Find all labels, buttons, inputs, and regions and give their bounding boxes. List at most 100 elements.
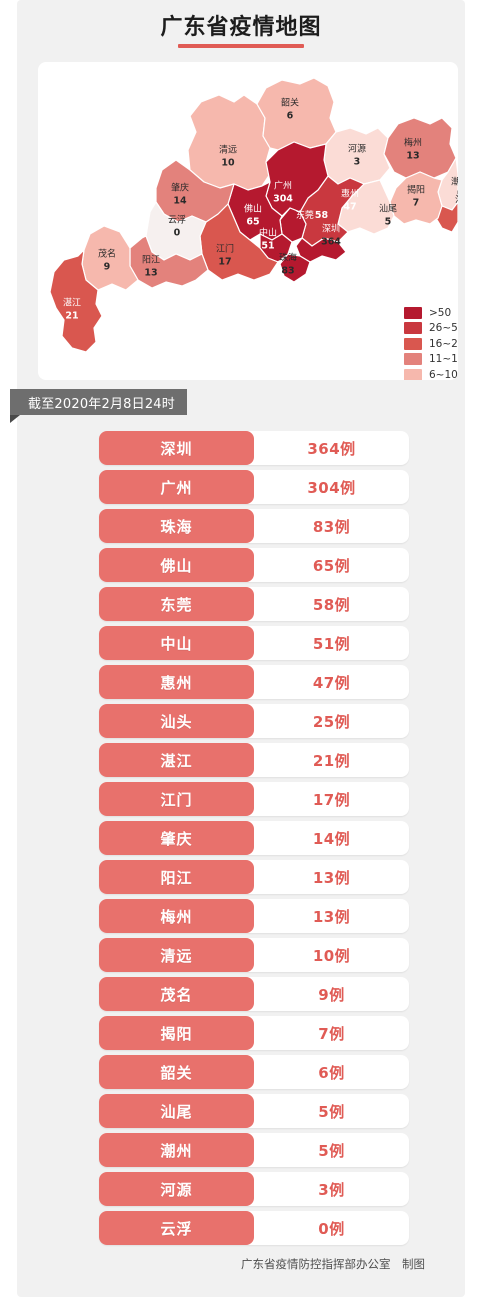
case-count: 5例 xyxy=(318,1141,345,1160)
table-cell-count: 83例 xyxy=(254,509,409,543)
table-cell-count: 65例 xyxy=(254,548,409,582)
city-name: 潮州 xyxy=(160,1141,193,1160)
table-row: 广州 304例 xyxy=(99,470,409,504)
legend-label: 6~10 xyxy=(429,368,458,380)
map-region-qingyuan xyxy=(187,94,271,191)
map-region-jieyang xyxy=(389,171,443,225)
table-cell-count: 21例 xyxy=(254,743,409,777)
table-cell-city: 江门 xyxy=(99,782,254,816)
table-row: 湛江 21例 xyxy=(99,743,409,777)
legend-label: 26~50 xyxy=(429,322,458,335)
case-count: 25例 xyxy=(312,712,351,731)
table-row: 汕头 25例 xyxy=(99,704,409,738)
footer-credit: 广东省疫情防控指挥部办公室 制图 xyxy=(241,1257,425,1271)
table-cell-count: 17例 xyxy=(254,782,409,816)
date-banner: 截至2020年2月8日24时 xyxy=(10,389,187,415)
table-cell-count: 0例 xyxy=(254,1211,409,1245)
table-row: 肇庆 14例 xyxy=(99,821,409,855)
map-legend: >50 26~50 16~25 11~15 6~10 1~5 xyxy=(404,305,458,380)
legend-swatch-icon xyxy=(404,368,422,380)
city-name: 河源 xyxy=(160,1180,193,1199)
city-case-table: 深圳 364例 广州 304例 珠海 83例 佛山 65例 东莞 58例 中山 … xyxy=(99,431,409,1250)
table-row: 河源 3例 xyxy=(99,1172,409,1206)
city-name: 佛山 xyxy=(160,556,193,575)
case-count: 364例 xyxy=(307,439,356,458)
city-name: 深圳 xyxy=(160,439,193,458)
map-region-shaoguan xyxy=(256,77,337,151)
date-banner-text: 截至2020年2月8日24时 xyxy=(28,396,175,412)
legend-label: 11~15 xyxy=(429,353,458,366)
table-row: 深圳 364例 xyxy=(99,431,409,465)
table-cell-city: 珠海 xyxy=(99,509,254,543)
legend-item: 16~25 xyxy=(404,336,458,352)
case-count: 47例 xyxy=(312,673,351,692)
case-count: 9例 xyxy=(318,985,345,1004)
guangdong-map-svg xyxy=(49,77,458,353)
table-cell-count: 25例 xyxy=(254,704,409,738)
city-name: 珠海 xyxy=(160,517,193,536)
title-underline xyxy=(178,43,304,48)
legend-item: 6~10 xyxy=(404,367,458,380)
table-cell-city: 茂名 xyxy=(99,977,254,1011)
legend-item: 11~15 xyxy=(404,352,458,368)
table-cell-city: 惠州 xyxy=(99,665,254,699)
city-name: 东莞 xyxy=(160,595,193,614)
case-count: 304例 xyxy=(307,478,356,497)
infographic-page: 广东省疫情地图 韶关 6 清远 10 河源 3 梅州 13 潮 肇庆 14 广州… xyxy=(0,0,500,1313)
table-cell-count: 364例 xyxy=(254,431,409,465)
table-cell-count: 6例 xyxy=(254,1055,409,1089)
table-cell-count: 51例 xyxy=(254,626,409,660)
map-region-maoming xyxy=(81,225,139,291)
case-count: 14例 xyxy=(312,829,351,848)
table-row: 珠海 83例 xyxy=(99,509,409,543)
table-cell-city: 汕头 xyxy=(99,704,254,738)
table-row: 阳江 13例 xyxy=(99,860,409,894)
legend-swatch-icon xyxy=(404,322,422,335)
legend-label: 16~25 xyxy=(429,337,458,350)
case-count: 83例 xyxy=(312,517,351,536)
table-cell-count: 13例 xyxy=(254,860,409,894)
table-cell-count: 3例 xyxy=(254,1172,409,1206)
table-row: 梅州 13例 xyxy=(99,899,409,933)
table-row: 中山 51例 xyxy=(99,626,409,660)
city-name: 韶关 xyxy=(160,1063,193,1082)
legend-swatch-icon xyxy=(404,306,422,319)
table-cell-city: 广州 xyxy=(99,470,254,504)
table-cell-count: 10例 xyxy=(254,938,409,972)
case-count: 10例 xyxy=(312,946,351,965)
table-cell-city: 清远 xyxy=(99,938,254,972)
table-cell-city: 湛江 xyxy=(99,743,254,777)
case-count: 6例 xyxy=(318,1063,345,1082)
table-row: 云浮 0例 xyxy=(99,1211,409,1245)
city-name: 惠州 xyxy=(160,673,193,692)
table-cell-count: 5例 xyxy=(254,1133,409,1167)
city-name: 江门 xyxy=(160,790,193,809)
city-name: 肇庆 xyxy=(160,829,193,848)
legend-label: >50 xyxy=(429,306,452,319)
table-cell-city: 韶关 xyxy=(99,1055,254,1089)
case-count: 65例 xyxy=(312,556,351,575)
case-count: 21例 xyxy=(312,751,351,770)
table-cell-city: 云浮 xyxy=(99,1211,254,1245)
case-count: 13例 xyxy=(312,907,351,926)
table-cell-city: 河源 xyxy=(99,1172,254,1206)
city-name: 揭阳 xyxy=(160,1024,193,1043)
table-cell-city: 潮州 xyxy=(99,1133,254,1167)
table-row: 惠州 47例 xyxy=(99,665,409,699)
city-name: 广州 xyxy=(160,478,193,497)
table-row: 汕尾 5例 xyxy=(99,1094,409,1128)
case-count: 0例 xyxy=(318,1219,345,1238)
case-count: 51例 xyxy=(312,634,351,653)
city-name: 阳江 xyxy=(160,868,193,887)
case-count: 7例 xyxy=(318,1024,345,1043)
table-cell-city: 阳江 xyxy=(99,860,254,894)
table-cell-count: 304例 xyxy=(254,470,409,504)
legend-item: >50 xyxy=(404,305,458,321)
table-cell-count: 5例 xyxy=(254,1094,409,1128)
table-cell-city: 佛山 xyxy=(99,548,254,582)
table-cell-city: 中山 xyxy=(99,626,254,660)
table-row: 潮州 5例 xyxy=(99,1133,409,1167)
page-title-block: 广东省疫情地图 xyxy=(17,8,465,54)
city-name: 梅州 xyxy=(160,907,193,926)
city-name: 汕尾 xyxy=(160,1102,193,1121)
